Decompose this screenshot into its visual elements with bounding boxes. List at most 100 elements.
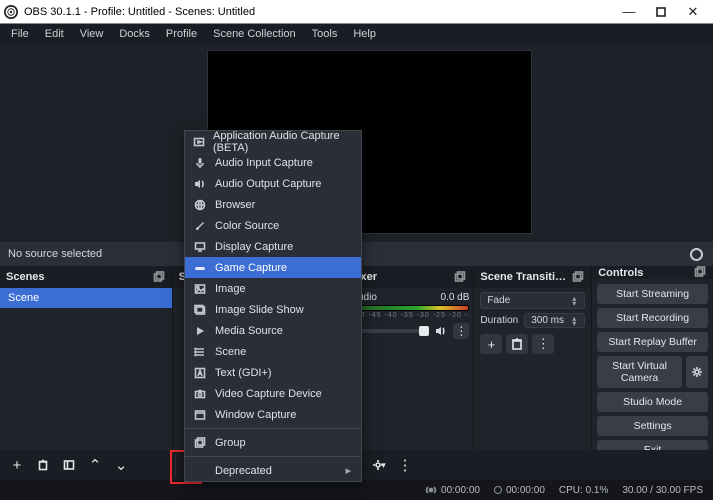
mixer-ticks: -50 -45 -40 -35 -30 -25 -20 -15 -10 -5 0 [352, 312, 469, 319]
menu-separator [185, 456, 361, 457]
mixer-volume-slider[interactable] [352, 329, 429, 333]
menu-item-window-capture[interactable]: Window Capture [185, 404, 361, 425]
menu-item-label: Window Capture [215, 409, 296, 421]
gamepad-icon [193, 261, 207, 275]
start-replay-buffer-button[interactable]: Start Replay Buffer [597, 332, 708, 352]
scene-move-down-button[interactable]: ⌄ [109, 453, 133, 477]
scene-item[interactable]: Scene [0, 288, 172, 308]
scene-filter-button[interactable] [57, 453, 81, 477]
menu-tools[interactable]: Tools [305, 26, 345, 42]
menu-edit[interactable]: Edit [38, 26, 71, 42]
title-bar: OBS 30.1.1 - Profile: Untitled - Scenes:… [0, 0, 713, 24]
submenu-arrow-icon: ▸ [345, 464, 351, 477]
menu-view[interactable]: View [73, 26, 111, 42]
speaker-icon[interactable] [433, 323, 449, 339]
menu-item-label: Audio Output Capture [215, 178, 321, 190]
start-virtual-camera-button[interactable]: Start Virtual Camera [597, 356, 682, 388]
menu-item-label: Video Capture Device [215, 388, 322, 400]
app-audio-icon [193, 135, 205, 149]
menu-separator [185, 428, 361, 429]
studio-mode-button[interactable]: Studio Mode [597, 392, 708, 412]
menu-item-app-audio-capture[interactable]: Application Audio Capture (BETA) [185, 131, 361, 152]
menu-item-browser[interactable]: Browser [185, 194, 361, 215]
menu-item-label: Scene [215, 346, 246, 358]
menu-item-label: Image Slide Show [215, 304, 304, 316]
menu-bar: File Edit View Docks Profile Scene Colle… [0, 24, 713, 44]
scenes-popout-icon[interactable] [153, 271, 166, 284]
cpu-usage: CPU: 0.1% [559, 485, 608, 496]
virtual-camera-settings-button[interactable] [686, 356, 708, 388]
add-source-menu: Application Audio Capture (BETA) Audio I… [184, 130, 362, 482]
menu-profile[interactable]: Profile [159, 26, 204, 42]
scene-add-button[interactable]: + [5, 453, 29, 477]
transition-duration-input[interactable]: 300 ms ▴▾ [524, 313, 585, 328]
start-streaming-button[interactable]: Start Streaming [597, 284, 708, 304]
menu-item-audio-output-capture[interactable]: Audio Output Capture [185, 173, 361, 194]
menu-item-label: Image [215, 283, 246, 295]
stream-time: 00:00:00 [441, 485, 480, 496]
transition-select[interactable]: Fade ▴▾ [480, 292, 585, 309]
mixer-advanced-button[interactable]: ▾ [367, 453, 391, 477]
menu-item-label: Media Source [215, 325, 283, 337]
play-icon [193, 324, 207, 338]
microphone-icon [193, 156, 207, 170]
window-icon [193, 408, 207, 422]
list-icon [193, 345, 207, 359]
window-maximize-button[interactable] [645, 1, 677, 23]
menu-item-text-gdi[interactable]: Text (GDI+) [185, 362, 361, 383]
scene-remove-button[interactable] [31, 453, 55, 477]
speaker-icon [193, 177, 207, 191]
menu-docks[interactable]: Docks [112, 26, 157, 42]
menu-item-display-capture[interactable]: Display Capture [185, 236, 361, 257]
scene-move-up-button[interactable]: ⌃ [83, 453, 107, 477]
controls-title: Controls [598, 267, 643, 279]
stream-indicator-icon: 00:00:00 [425, 484, 480, 496]
source-properties-gear-icon[interactable] [690, 248, 703, 261]
settings-button[interactable]: Settings [597, 416, 708, 436]
transition-selected: Fade [487, 295, 510, 306]
menu-file[interactable]: File [4, 26, 36, 42]
menu-item-media-source[interactable]: Media Source [185, 320, 361, 341]
menu-help[interactable]: Help [346, 26, 383, 42]
mixer-track-more-button[interactable]: ⋮ [453, 323, 469, 339]
group-icon [193, 436, 207, 450]
window-title: OBS 30.1.1 - Profile: Untitled - Scenes:… [24, 6, 613, 18]
transition-duration-value: 300 ms [531, 315, 564, 326]
menu-item-label: Audio Input Capture [215, 157, 313, 169]
obs-logo-icon [4, 5, 18, 19]
menu-item-deprecated[interactable]: Deprecated ▸ [185, 460, 361, 481]
menu-item-image[interactable]: Image [185, 278, 361, 299]
menu-scene-collection[interactable]: Scene Collection [206, 26, 303, 42]
start-recording-button[interactable]: Start Recording [597, 308, 708, 328]
menu-item-color-source[interactable]: Color Source [185, 215, 361, 236]
scenes-title: Scenes [6, 271, 45, 283]
mixer-more-button[interactable]: ⋮ [393, 453, 417, 477]
menu-item-image-slideshow[interactable]: Image Slide Show [185, 299, 361, 320]
no-source-label: No source selected [8, 248, 102, 260]
scene-transitions-dock: Scene Transiti… Fade ▴▾ Duration 300 ms … [473, 266, 591, 450]
window-close-button[interactable]: ✕ [677, 1, 709, 23]
menu-item-video-capture-device[interactable]: Video Capture Device [185, 383, 361, 404]
transition-duration-label: Duration [480, 315, 518, 326]
camera-icon [193, 387, 207, 401]
globe-icon [193, 198, 207, 212]
controls-popout-icon[interactable] [694, 266, 707, 279]
transition-more-button[interactable]: ⋮ [532, 334, 554, 354]
menu-item-scene[interactable]: Scene [185, 341, 361, 362]
menu-item-label: Text (GDI+) [215, 367, 272, 379]
menu-item-game-capture[interactable]: Game Capture [185, 257, 361, 278]
mixer-popout-icon[interactable] [454, 271, 467, 284]
menu-item-audio-input-capture[interactable]: Audio Input Capture [185, 152, 361, 173]
transition-add-button[interactable]: + [480, 334, 502, 354]
audio-mixer-dock: lixer ṇudio 0.0 dB -50 -45 -40 -35 -30 -… [347, 266, 473, 450]
window-minimize-button[interactable]: ― [613, 1, 645, 23]
transitions-title: Scene Transiti… [480, 271, 566, 283]
spin-icon: ▴▾ [570, 296, 578, 306]
transition-remove-button[interactable] [506, 334, 528, 354]
menu-item-group[interactable]: Group [185, 432, 361, 453]
transitions-popout-icon[interactable] [572, 271, 585, 284]
record-indicator-icon: 00:00:00 [494, 485, 545, 496]
text-icon [193, 366, 207, 380]
monitor-icon [193, 240, 207, 254]
menu-item-label: Color Source [215, 220, 279, 232]
